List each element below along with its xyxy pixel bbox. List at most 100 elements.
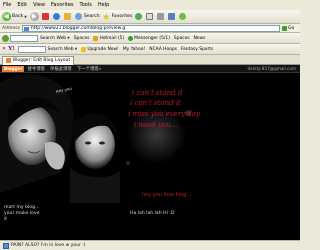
- chevron-down-icon: ▼: [74, 47, 78, 51]
- print-button[interactable]: [157, 13, 165, 20]
- yahoo-search-web-button[interactable]: Search Web ▼: [48, 47, 78, 52]
- msn-logo-icon: [2, 34, 9, 42]
- upgrade-icon: [81, 46, 87, 52]
- history-button[interactable]: [135, 13, 143, 20]
- msn-spaces-2-button[interactable]: Spaces: [174, 36, 190, 41]
- yahoo-ncaa-label: NCAA Hoops: [149, 46, 177, 52]
- nav-next-blog[interactable]: 下一个博客»: [77, 66, 102, 72]
- nav-flag-blog[interactable]: 举报此博客: [50, 66, 72, 72]
- post-left-line-2: your make love: [4, 211, 40, 216]
- address-input[interactable]: http://www21.blogger.com/blog-preview.g: [21, 24, 280, 32]
- close-icon[interactable]: ✕: [2, 46, 6, 52]
- menu-file[interactable]: File: [3, 2, 11, 8]
- msn-hotmail-label: Hotmail (5): [99, 35, 125, 41]
- page-content: Blogger 搜寻博客 举报此博客 下一个博客» darkly-817@gma…: [0, 65, 300, 240]
- msn-spaces-2-label: Spaces: [173, 35, 190, 41]
- refresh-button[interactable]: [52, 13, 61, 20]
- msn-messenger-button[interactable]: Messenger (5/1): [128, 35, 170, 41]
- blog-header-image: Hey you i can't stand it i can't stand i…: [0, 73, 300, 203]
- menu-edit[interactable]: Edit: [17, 2, 27, 8]
- forward-button[interactable]: ▶: [29, 12, 39, 21]
- address-url: http://www21.blogger.com/blog-preview.g: [30, 25, 126, 31]
- tab-blogger[interactable]: Blogger: Edit Blog Layout: [2, 55, 75, 65]
- menu-view[interactable]: View: [33, 2, 45, 8]
- go-button[interactable]: Go: [282, 25, 300, 31]
- post-left-line-3: it: [4, 217, 8, 222]
- favorites-button[interactable]: Favorites: [102, 13, 133, 20]
- search-label: Search: [83, 14, 100, 19]
- search-icon: [74, 13, 82, 20]
- msn-spaces-label: Spaces: [73, 35, 90, 41]
- yahoo-fantasy-label: Fantasy Sports: [180, 46, 214, 52]
- menu-bar: File Edit View Favorites Tools Help: [0, 0, 300, 10]
- messenger-button[interactable]: [179, 13, 187, 20]
- yahoo-ncaa-button[interactable]: NCAA Hoops: [149, 47, 177, 52]
- msn-hotmail-button[interactable]: Hotmail (5): [93, 35, 125, 41]
- hotmail-icon: [93, 35, 99, 41]
- tab-bar: Blogger: Edit Blog Layout: [0, 55, 300, 65]
- msn-spaces-button[interactable]: Spaces: [74, 36, 90, 41]
- post-center-text: Ha lah lah lah Hi :D: [130, 211, 175, 216]
- user-email: darkly-817@gmail.com: [247, 66, 296, 71]
- go-label: Go: [288, 25, 295, 31]
- mail-icon: [146, 13, 154, 20]
- yahoo-logo[interactable]: Y!: [8, 46, 14, 52]
- edit-button[interactable]: [168, 13, 176, 20]
- address-label: Address: [2, 25, 20, 31]
- blogger-navbar: Blogger 搜寻博客 举报此博客 下一个博客» darkly-817@gma…: [0, 65, 300, 73]
- yahoo-fantasy-button[interactable]: Fantasy Sports: [181, 47, 213, 52]
- menu-favorites[interactable]: Favorites: [51, 2, 74, 8]
- msn-search-input[interactable]: [10, 34, 38, 42]
- post-left-text: mart my blog... your make love it: [4, 205, 40, 223]
- forward-arrow-icon: ▶: [29, 12, 39, 21]
- page-icon: [23, 26, 29, 31]
- tab-title: Blogger: Edit Blog Layout: [13, 58, 71, 63]
- stop-button[interactable]: [41, 13, 50, 20]
- stop-icon: [41, 13, 49, 20]
- red-line-1: i can't stand it: [132, 89, 183, 97]
- home-icon: [63, 13, 71, 20]
- blogger-logo[interactable]: Blogger: [2, 65, 25, 72]
- msn-messenger-label: Messenger (5/1): [134, 35, 170, 41]
- toolbar: ◀ Back ▼ ▶ Search Favorites: [0, 10, 300, 24]
- blogger-favicon-icon: [6, 58, 11, 63]
- msn-news-label: News: [193, 35, 206, 41]
- menu-help[interactable]: Help: [98, 2, 109, 8]
- refresh-icon: [52, 13, 60, 20]
- star-icon: [102, 13, 110, 20]
- mail-button[interactable]: [146, 13, 154, 20]
- status-bar: PAIN? ALSO? I'm in love w your :): [0, 240, 300, 250]
- yahoo-search-input[interactable]: [17, 45, 46, 53]
- address-bar: Address http://www21.blogger.com/blog-pr…: [0, 24, 300, 33]
- home-button[interactable]: [63, 13, 72, 20]
- msn-search-web-button[interactable]: Search Web ▼: [40, 36, 70, 41]
- msn-news-button[interactable]: News: [194, 36, 206, 41]
- yahoo-toolbar: ✕ Y! Search Web ▼ Upgrade Now! My Yahoo!…: [0, 44, 300, 55]
- red-line-4: i need you...: [134, 121, 177, 129]
- back-label: Back: [12, 14, 24, 19]
- favorites-label: Favorites: [111, 14, 133, 19]
- back-button[interactable]: ◀ Back ▼: [2, 12, 27, 21]
- red-line-2: i can't stand it: [130, 99, 181, 107]
- edit-icon: [168, 13, 176, 20]
- search-button[interactable]: Search: [74, 13, 100, 20]
- yahoo-search-web-label: Search Web: [47, 46, 74, 52]
- msn-toolbar: Search Web ▼ Spaces Hotmail (5) Messenge…: [0, 33, 300, 44]
- chevron-down-icon: ▼: [67, 36, 70, 40]
- msn-search-web-label: Search Web: [40, 35, 67, 41]
- status-text: PAIN? ALSO? I'm in love w your :): [11, 243, 86, 248]
- red-line-3: i miss you every day: [128, 110, 201, 118]
- blog-post-area: mart my blog... your make love it Ha lah…: [0, 203, 300, 240]
- status-page-icon: [3, 242, 9, 249]
- yahoo-upgrade-button[interactable]: Upgrade Now!: [81, 46, 119, 52]
- chevron-down-icon: ▼: [24, 14, 27, 19]
- messenger-icon: [128, 35, 134, 41]
- back-arrow-icon: ◀: [2, 12, 11, 21]
- print-icon: [157, 13, 165, 20]
- red-bottom-text: hey you love blog...: [142, 192, 192, 198]
- yahoo-my-yahoo-button[interactable]: My Yahoo!: [123, 47, 145, 52]
- menu-tools[interactable]: Tools: [80, 2, 92, 8]
- nav-search-blog[interactable]: 搜寻博客: [27, 66, 45, 72]
- yahoo-upgrade-label: Upgrade Now!: [87, 46, 119, 52]
- history-icon: [135, 13, 143, 20]
